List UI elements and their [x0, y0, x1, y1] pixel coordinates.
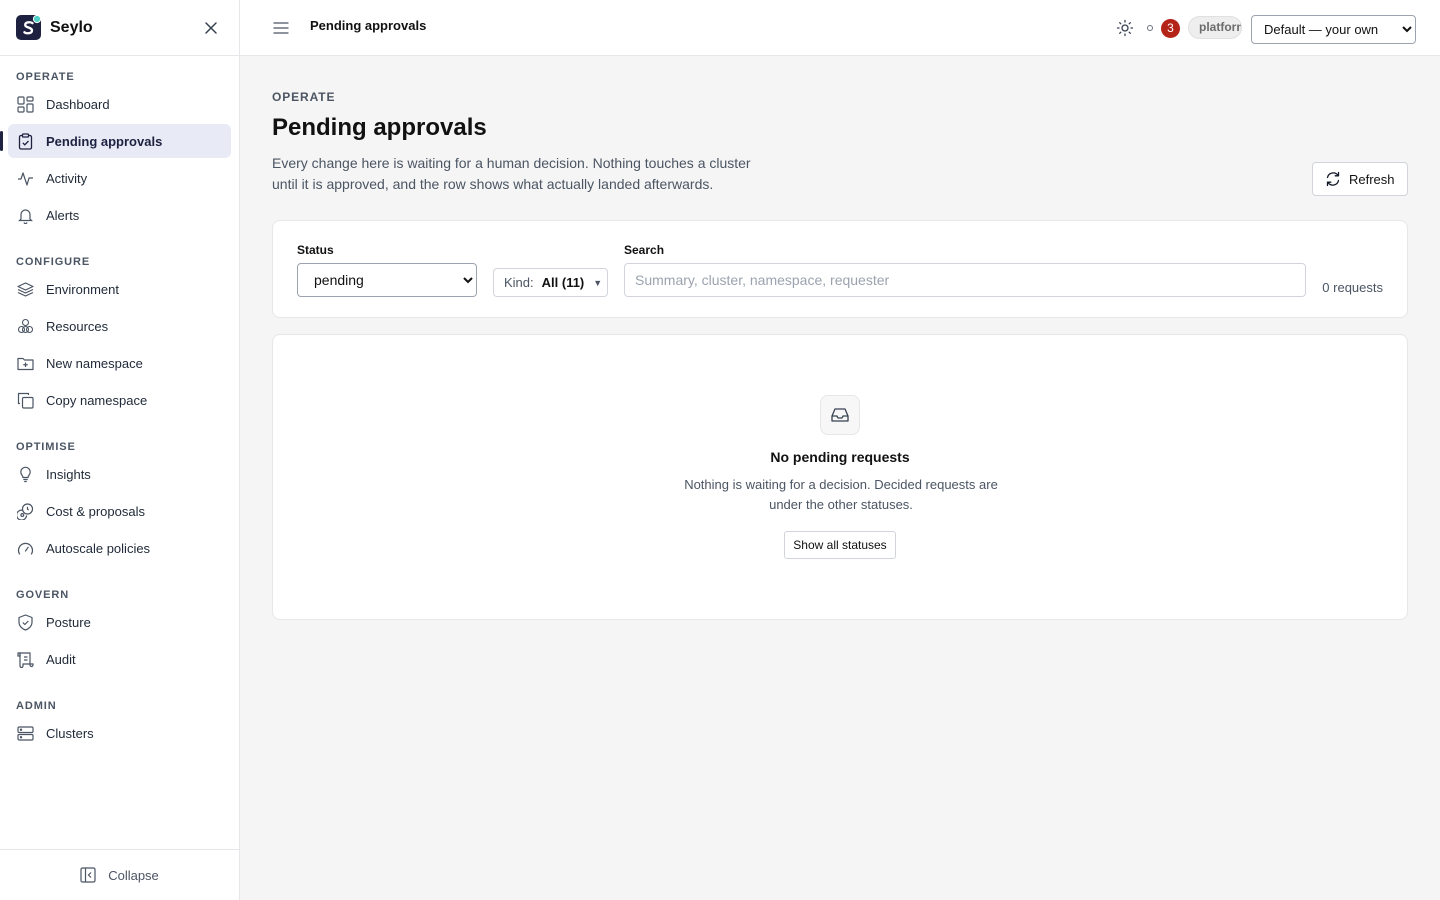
sidebar-item-pending-approvals[interactable]: Pending approvals	[0, 124, 231, 158]
bell-icon	[16, 206, 34, 224]
status-select[interactable]: pending	[297, 263, 477, 297]
show-all-statuses-button[interactable]: Show all statuses	[784, 531, 896, 559]
theme-toggle-button[interactable]	[1115, 18, 1135, 38]
caret-down-icon: ▼	[593, 277, 603, 288]
sidebar-item-label: Dashboard	[46, 96, 110, 112]
sidebar-item-label: Insights	[46, 466, 91, 482]
sidebar-item-label: New namespace	[46, 355, 143, 371]
search-label: Search	[624, 243, 665, 257]
sidebar-item-alerts[interactable]: Alerts	[8, 198, 231, 232]
kind-filter-dropdown[interactable]: Kind: All (11) ▼	[493, 268, 608, 297]
sidebar-item-label: Copy namespace	[46, 392, 148, 408]
section-title-optimise: OPTIMISE	[16, 441, 76, 453]
hamburger-menu-icon	[273, 22, 289, 34]
section-title-admin: ADMIN	[16, 700, 57, 712]
menu-toggle-button[interactable]	[270, 17, 292, 39]
section-title-operate: OPERATE	[16, 71, 75, 83]
seylo-logo-icon	[16, 15, 41, 40]
empty-state-title: No pending requests	[770, 449, 910, 465]
activity-pulse-icon	[16, 169, 34, 187]
sidebar: Seylo OPERATE Dashboard Pending approval…	[0, 0, 240, 900]
clipboard-check-icon	[16, 132, 34, 150]
empty-state-card: No pending requests Nothing is waiting f…	[272, 334, 1408, 620]
sidebar-item-autoscale-policies[interactable]: Autoscale policies	[8, 531, 231, 565]
status-label: Status	[297, 243, 334, 257]
empty-state-description: Nothing is waiting for a decision. Decid…	[684, 477, 998, 512]
sun-icon	[1116, 19, 1134, 37]
section-title-configure: CONFIGURE	[16, 256, 91, 268]
sidebar-item-label: Cost & proposals	[46, 503, 145, 519]
sidebar-item-label: Resources	[46, 318, 109, 334]
lightbulb-icon	[16, 465, 34, 483]
sidebar-item-label: Clusters	[46, 725, 94, 741]
copy-icon	[16, 391, 34, 409]
refresh-button[interactable]: Refresh	[1312, 162, 1408, 196]
coins-icon	[16, 502, 34, 520]
request-count: 0 requests	[1322, 280, 1383, 295]
sidebar-item-label: Autoscale policies	[46, 540, 151, 556]
page-description: Every change here is waiting for a human…	[272, 155, 751, 192]
sidebar-item-copy-namespace[interactable]: Copy namespace	[8, 383, 231, 417]
close-sidebar-button[interactable]	[201, 18, 221, 38]
sidebar-item-cost-proposals[interactable]: Cost & proposals	[8, 494, 231, 528]
filter-card: Status pending Kind: All (11) ▼ Search 0…	[272, 220, 1408, 318]
kind-label: Kind:	[504, 275, 534, 290]
scroll-icon	[16, 650, 34, 668]
sidebar-item-audit[interactable]: Audit	[8, 642, 231, 676]
panel-collapse-icon	[80, 867, 96, 883]
dashboard-grid-icon	[16, 95, 34, 113]
notification-badge[interactable]: 3	[1161, 19, 1180, 38]
sidebar-item-label: Pending approvals	[46, 133, 163, 149]
folder-plus-icon	[16, 354, 34, 372]
sidebar-item-posture[interactable]: Posture	[8, 605, 231, 639]
shield-check-icon	[16, 613, 34, 631]
layers-icon	[16, 280, 34, 298]
scope-select[interactable]: Default — your own	[1251, 15, 1416, 44]
sidebar-item-environment[interactable]: Environment	[8, 272, 231, 306]
gauge-icon	[16, 539, 34, 557]
search-input[interactable]	[624, 263, 1306, 297]
collapse-sidebar-button[interactable]: Collapse	[0, 849, 239, 900]
collapse-label: Collapse	[108, 867, 159, 883]
sidebar-item-label: Audit	[46, 651, 76, 667]
sidebar-item-label: Environment	[46, 281, 119, 297]
brand-header: Seylo	[0, 0, 239, 56]
inbox-icon	[820, 395, 860, 435]
sidebar-item-label: Activity	[46, 170, 88, 186]
app-name: Seylo	[50, 18, 93, 36]
server-icon	[16, 724, 34, 742]
sidebar-item-activity[interactable]: Activity	[8, 161, 231, 195]
connection-status-icon	[1147, 25, 1153, 31]
page-eyebrow: OPERATE	[272, 90, 336, 104]
sidebar-item-new-namespace[interactable]: New namespace	[8, 346, 231, 380]
sidebar-item-label: Posture	[46, 614, 91, 630]
sidebar-item-label: Alerts	[46, 207, 80, 223]
section-title-govern: GOVERN	[16, 589, 70, 601]
context-chip[interactable]: platform	[1188, 16, 1242, 39]
sidebar-item-clusters[interactable]: Clusters	[8, 716, 231, 750]
refresh-label: Refresh	[1349, 171, 1395, 187]
boxes-icon	[16, 317, 34, 335]
topbar-title: Pending approvals	[310, 18, 427, 33]
sidebar-item-resources[interactable]: Resources	[8, 309, 231, 343]
close-icon	[205, 22, 217, 34]
refresh-icon	[1326, 171, 1340, 187]
topbar: Pending approvals 3 platform Default — y…	[240, 0, 1440, 56]
sidebar-nav: OPERATE Dashboard Pending approvals Acti…	[0, 56, 239, 750]
page-title: Pending approvals	[272, 114, 487, 141]
kind-value: All (11)	[541, 275, 585, 290]
sidebar-item-insights[interactable]: Insights	[8, 457, 231, 491]
sidebar-item-dashboard[interactable]: Dashboard	[8, 87, 231, 121]
